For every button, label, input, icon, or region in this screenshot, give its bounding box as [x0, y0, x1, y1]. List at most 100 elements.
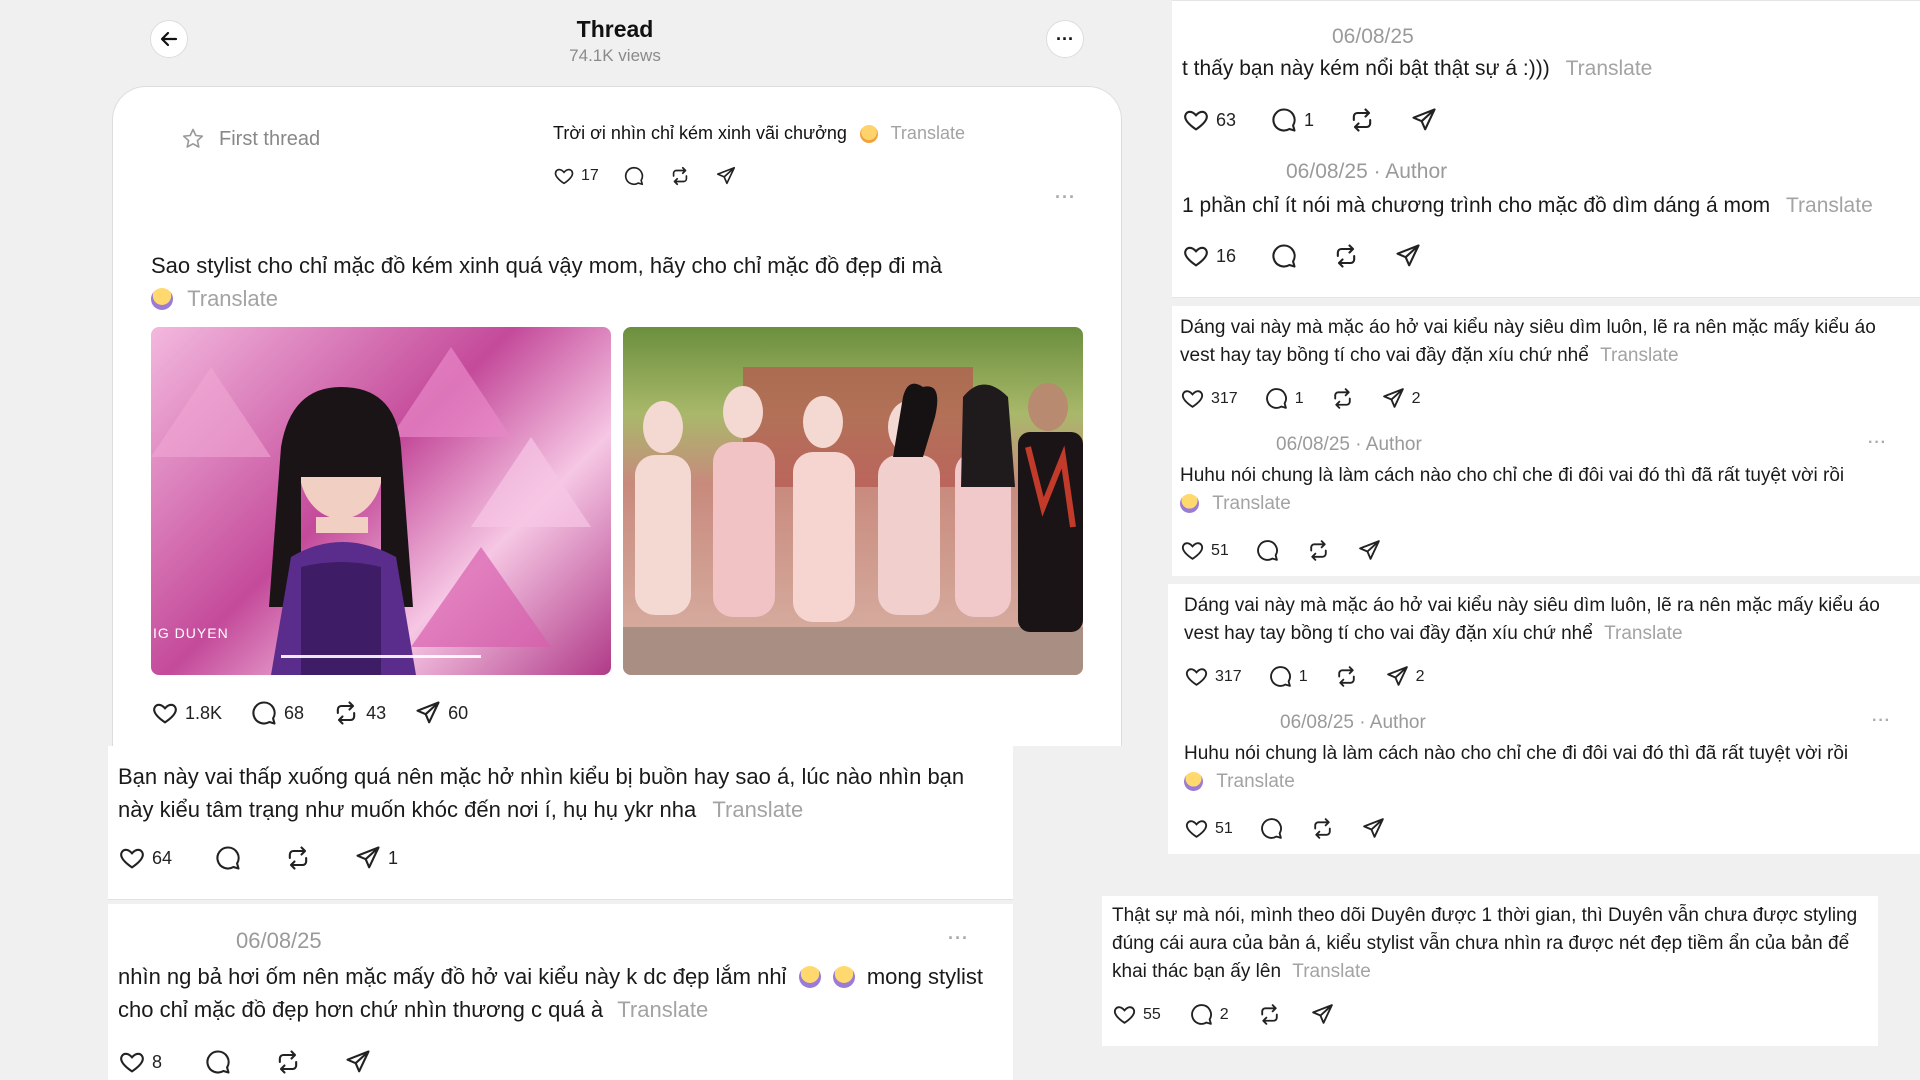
repost-button[interactable] [274, 1048, 302, 1076]
share-button[interactable]: 2 [1381, 386, 1421, 411]
comment-button[interactable]: 1 [1270, 106, 1314, 134]
post-image-1[interactable]: IG DUYEN [151, 327, 611, 675]
repost-button[interactable] [1306, 538, 1331, 563]
comment-button[interactable] [1255, 538, 1280, 563]
share-button[interactable]: 60 [414, 699, 468, 727]
comment-more-icon[interactable]: ··· [1868, 434, 1887, 452]
comment-date: 06/08/25 [1332, 25, 1414, 48]
heart-icon [1184, 246, 1208, 267]
comment-actions: 51 [1184, 816, 1386, 841]
like-button[interactable]: 1.8K [151, 699, 222, 727]
like-button[interactable]: 317 [1184, 664, 1242, 689]
share-button[interactable] [1361, 816, 1386, 841]
heart-icon [1181, 390, 1204, 408]
like-button[interactable]: 17 [553, 165, 599, 187]
share-button[interactable] [1357, 538, 1382, 563]
repost-button[interactable]: 43 [332, 699, 386, 727]
translate-link[interactable]: Translate [617, 997, 708, 1022]
comment-date: 06/08/25 · Author [1276, 434, 1422, 455]
comment-actions: 8 [118, 1048, 372, 1076]
comment-date: 06/08/25 · Author [1286, 160, 1448, 183]
repost-button[interactable] [1310, 816, 1335, 841]
comment-more-icon[interactable]: ··· [948, 928, 969, 949]
quoted-post[interactable]: Trời ơi nhìn chỉ kém xinh vãi chưởng Tra… [553, 123, 965, 144]
comment-more-icon[interactable]: ··· [1872, 712, 1891, 730]
like-button[interactable]: 51 [1180, 538, 1229, 563]
share-icon [416, 701, 440, 724]
translate-link[interactable]: Translate [1600, 345, 1679, 366]
comment-card: Bạn này vai thấp xuống quá nên mặc hở nh… [108, 746, 1013, 900]
translate-link[interactable]: Translate [1292, 961, 1371, 982]
first-thread-link[interactable]: First thread [181, 127, 320, 151]
back-arrow-icon [160, 31, 178, 47]
repost-icon [1333, 388, 1351, 409]
like-button[interactable]: 317 [1180, 386, 1238, 411]
comment-icon [1190, 1004, 1212, 1025]
repost-button[interactable] [669, 165, 691, 187]
repost-icon [1314, 818, 1331, 839]
share-button[interactable] [715, 165, 737, 187]
comment-button[interactable] [1270, 242, 1298, 270]
repost-button[interactable] [1348, 106, 1376, 134]
share-icon [346, 1050, 370, 1073]
like-button[interactable]: 51 [1184, 816, 1233, 841]
heart-icon [1185, 820, 1208, 838]
comment-icon [1272, 244, 1296, 268]
repost-button[interactable] [1334, 664, 1359, 689]
translate-link[interactable]: Translate [187, 286, 278, 311]
share-button[interactable] [344, 1048, 372, 1076]
more-options-button[interactable]: ··· [1046, 20, 1084, 58]
repost-icon [1260, 1004, 1278, 1025]
translate-link[interactable]: Translate [1216, 771, 1295, 792]
comment-button[interactable]: 68 [250, 699, 304, 727]
repost-icon [1352, 108, 1372, 132]
comment-text: 1 phần chỉ ít nói mà chương trình cho mặ… [1182, 194, 1873, 217]
translate-link[interactable]: Translate [891, 123, 965, 143]
translate-link[interactable]: Translate [1786, 194, 1873, 217]
share-button[interactable]: 1 [354, 844, 398, 872]
comment-actions: 64 1 [118, 844, 398, 872]
crying-emoji-icon [1180, 494, 1199, 513]
comment-button[interactable]: 1 [1268, 664, 1308, 689]
comment-button[interactable] [623, 165, 645, 187]
share-button[interactable] [1394, 242, 1422, 270]
like-button[interactable]: 63 [1182, 106, 1236, 134]
translate-link[interactable]: Translate [1604, 623, 1683, 644]
like-button[interactable]: 16 [1182, 242, 1236, 270]
view-count: 74.1K views [569, 46, 661, 65]
share-button[interactable] [1410, 106, 1438, 134]
thread-card: First thread Trời ơi nhìn chỉ kém xinh v… [112, 86, 1122, 746]
comment-button[interactable] [214, 844, 242, 872]
translate-link[interactable]: Translate [1212, 493, 1291, 514]
diamond-pattern [151, 347, 591, 675]
comment-text: Thật sự mà nói, mình theo dõi Duyên được… [1112, 905, 1858, 982]
repost-button[interactable] [284, 844, 312, 872]
post-more-icon[interactable]: ··· [1055, 187, 1076, 208]
comment-button[interactable] [1259, 816, 1284, 841]
share-icon [1311, 1004, 1333, 1024]
share-button[interactable]: 2 [1385, 664, 1425, 689]
comment-button[interactable]: 2 [1189, 1002, 1229, 1027]
translate-link[interactable]: Translate [1566, 57, 1653, 80]
back-button[interactable] [150, 20, 188, 58]
comment-button[interactable]: 1 [1264, 386, 1304, 411]
translate-link[interactable]: Translate [712, 797, 803, 822]
share-button[interactable] [1310, 1002, 1335, 1027]
share-icon [716, 166, 735, 185]
comment-icon [1256, 540, 1278, 561]
repost-button[interactable] [1332, 242, 1360, 270]
like-button[interactable]: 8 [118, 1048, 162, 1076]
repost-icon [1310, 540, 1327, 561]
comment-card: Dáng vai này mà mặc áo hở vai kiểu này s… [1168, 584, 1920, 854]
repost-button[interactable] [1257, 1002, 1282, 1027]
comment-date: 06/08/25 · Author [1280, 712, 1426, 733]
like-button[interactable]: 64 [118, 844, 172, 872]
post-image-2[interactable] [623, 327, 1083, 675]
like-button[interactable]: 55 [1112, 1002, 1161, 1027]
comment-button[interactable] [204, 1048, 232, 1076]
comment-text: t thấy bạn này kém nổi bật thật sự á :))… [1182, 57, 1653, 80]
comment-icon [1272, 108, 1296, 132]
repost-icon [288, 846, 308, 870]
repost-button[interactable] [1330, 386, 1355, 411]
quoted-post-text: Trời ơi nhìn chỉ kém xinh vãi chưởng [553, 123, 847, 143]
